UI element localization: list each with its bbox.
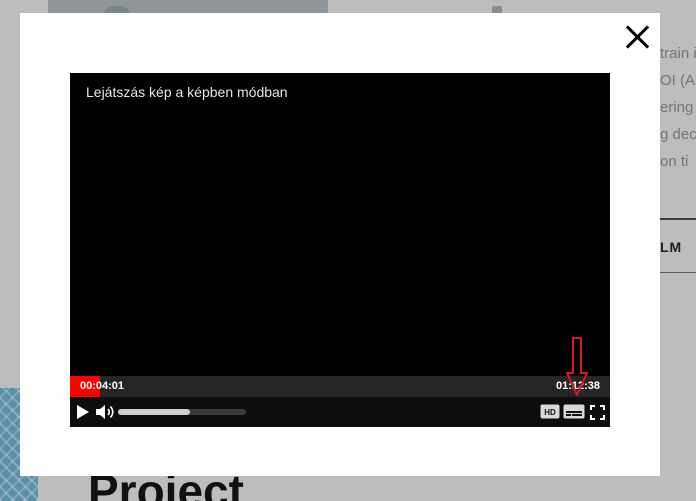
background-link[interactable]: LM bbox=[660, 239, 682, 255]
background-text-line: g dec bbox=[660, 126, 696, 143]
background-text-line: train i bbox=[660, 45, 696, 62]
play-icon[interactable] bbox=[76, 405, 90, 419]
pip-mode-message: Lejátszás kép a képben módban bbox=[86, 84, 288, 100]
divider bbox=[660, 218, 696, 220]
hd-label: HD bbox=[544, 408, 556, 417]
volume-icon[interactable] bbox=[96, 404, 116, 420]
progress-bar[interactable]: 00:04:01 01:12:38 bbox=[70, 376, 610, 397]
video-player[interactable]: Lejátszás kép a képben módban 00:04:01 0… bbox=[70, 73, 610, 427]
close-icon[interactable] bbox=[622, 22, 652, 52]
background-paragraph: train i OI (A ering g dec on ti bbox=[660, 40, 696, 175]
volume-level bbox=[118, 409, 190, 415]
background-text-line: OI (A bbox=[660, 72, 696, 89]
down-arrow-icon bbox=[566, 337, 588, 396]
control-bar: HD bbox=[70, 397, 610, 427]
subtitles-icon[interactable] bbox=[563, 404, 585, 419]
hd-quality-button[interactable]: HD bbox=[540, 404, 560, 419]
divider bbox=[660, 272, 696, 273]
video-modal: Lejátszás kép a képben módban 00:04:01 0… bbox=[20, 13, 660, 476]
background-text-line: on ti bbox=[660, 153, 689, 170]
fullscreen-icon[interactable] bbox=[590, 405, 605, 420]
background-hero-image bbox=[48, 0, 328, 20]
current-time: 00:04:01 bbox=[80, 380, 125, 392]
background-text-line: ering bbox=[660, 99, 694, 116]
volume-slider[interactable] bbox=[118, 409, 246, 415]
